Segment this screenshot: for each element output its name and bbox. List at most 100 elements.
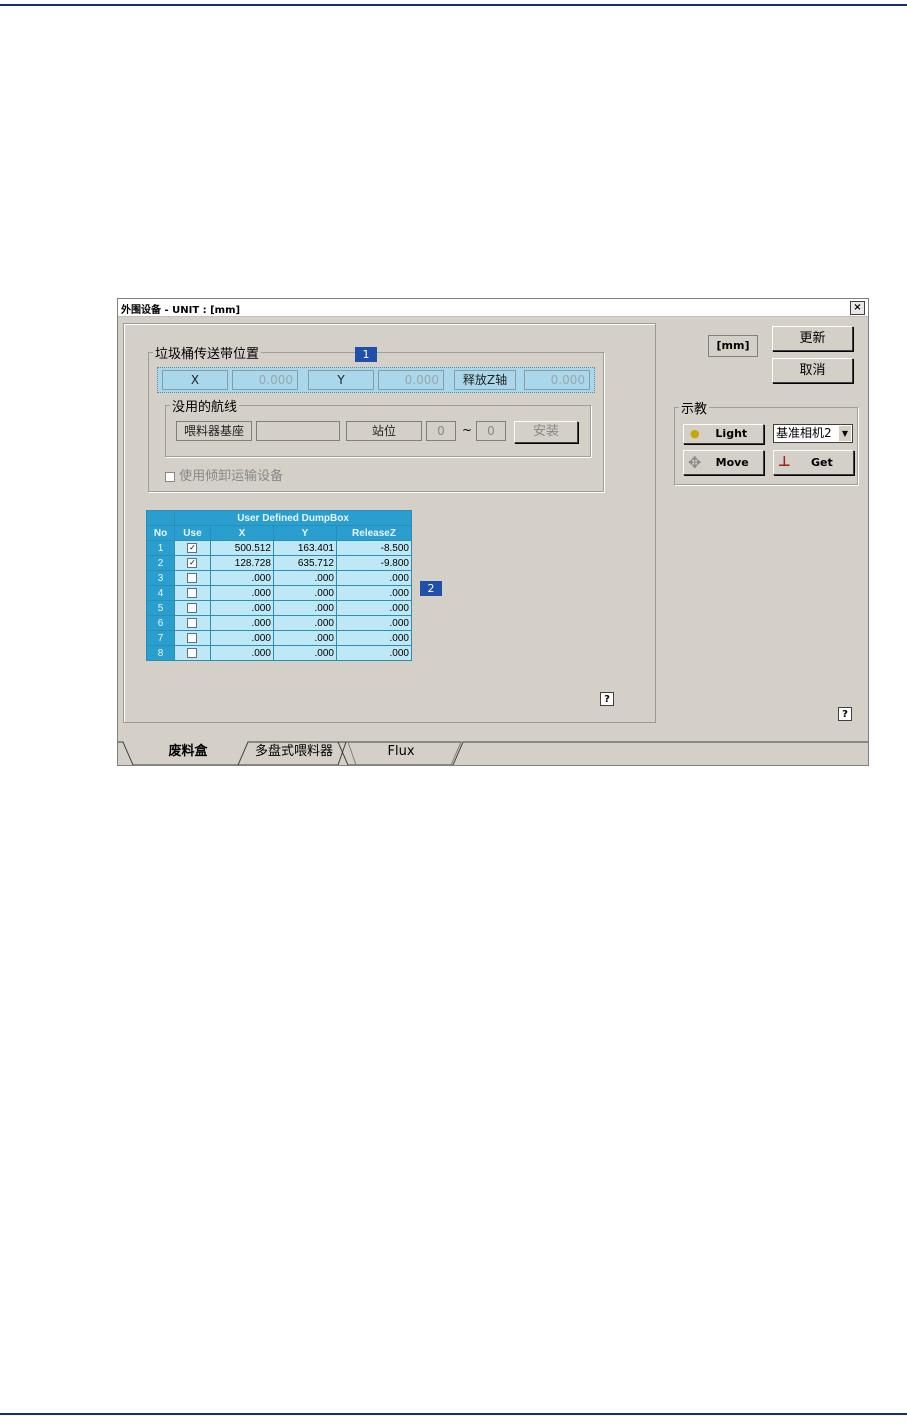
tab-flux[interactable]: Flux xyxy=(354,741,448,765)
row-number: 7 xyxy=(145,630,176,646)
station-range-separator: ~ xyxy=(462,423,473,437)
x-cell[interactable]: .000 xyxy=(209,600,274,616)
use-checkbox[interactable] xyxy=(187,647,198,658)
move-button[interactable]: ✥ Move xyxy=(683,450,764,475)
use-cell[interactable] xyxy=(174,585,211,601)
table-row[interactable]: 7.000.000.000 xyxy=(145,630,412,646)
row-number: 3 xyxy=(145,570,176,586)
install-button[interactable]: 安装 xyxy=(514,421,578,443)
y-cell[interactable]: .000 xyxy=(272,645,338,661)
light-button-label: Light xyxy=(715,427,748,440)
feeder-base-label: 喂料器基座 xyxy=(176,421,252,441)
light-button[interactable]: ● Light xyxy=(683,424,764,444)
station-to-field[interactable]: 0 xyxy=(476,421,506,441)
y-cell[interactable]: .000 xyxy=(272,585,338,601)
x-cell[interactable]: .000 xyxy=(209,630,274,646)
table-row[interactable]: 8.000.000.000 xyxy=(145,645,412,661)
belt-coordinates-row: X 0.000 Y 0.000 释放Z轴 0.000 xyxy=(157,367,595,393)
feeder-base-field[interactable] xyxy=(256,421,340,441)
x-cell[interactable]: .000 xyxy=(209,645,274,661)
table-row[interactable]: 3.000.000.000 xyxy=(145,570,412,586)
station-label: 站位 xyxy=(346,421,422,441)
help-icon[interactable]: ? xyxy=(600,692,614,706)
column-header: No xyxy=(145,525,176,541)
y-cell[interactable]: .000 xyxy=(272,600,338,616)
x-cell[interactable]: .000 xyxy=(209,615,274,631)
callout-marker-2: 2 xyxy=(420,581,442,596)
table-row[interactable]: 5.000.000.000 xyxy=(145,600,412,616)
use-checkbox[interactable]: ✓ xyxy=(187,557,198,568)
move-arrows-icon: ✥ xyxy=(688,453,702,472)
tab-waste-box[interactable]: 废料盒 xyxy=(138,741,238,765)
close-button[interactable]: × xyxy=(850,301,865,315)
release-z-cell[interactable]: .000 xyxy=(336,570,412,586)
release-z-cell[interactable]: .000 xyxy=(336,585,412,601)
belt-position-label: 垃圾桶传送带位置 xyxy=(153,343,262,362)
dumpbox-corner-cell xyxy=(145,510,176,526)
y-cell[interactable]: 163.401 xyxy=(272,540,338,556)
column-header: X xyxy=(209,525,274,541)
cancel-button[interactable]: 取消 xyxy=(772,358,853,383)
use-checkbox[interactable] xyxy=(187,572,198,583)
use-cell[interactable]: ✓ xyxy=(174,555,211,571)
tab-tray-feeder[interactable]: 多盘式喂料器 xyxy=(240,741,348,765)
row-number: 5 xyxy=(145,600,176,616)
use-cell[interactable] xyxy=(174,630,211,646)
x-value-field[interactable]: 0.000 xyxy=(232,370,298,390)
x-cell[interactable]: 128.728 xyxy=(209,555,274,571)
release-z-cell[interactable]: .000 xyxy=(336,615,412,631)
table-row[interactable]: 4.000.000.000 xyxy=(145,585,412,601)
y-cell[interactable]: 635.712 xyxy=(272,555,338,571)
tab-strip: 废料盒 多盘式喂料器 Flux xyxy=(118,741,868,765)
release-z-value-field[interactable]: 0.000 xyxy=(524,370,590,390)
light-bulb-icon: ● xyxy=(690,427,700,440)
use-cell[interactable] xyxy=(174,645,211,661)
dumpbox-header-row: No Use X Y ReleaseZ xyxy=(145,525,412,541)
release-z-cell[interactable]: .000 xyxy=(336,630,412,646)
y-value-field[interactable]: 0.000 xyxy=(378,370,444,390)
table-row[interactable]: 2 ✓ 128.728 635.712 -9.800 xyxy=(145,555,412,571)
column-header: ReleaseZ xyxy=(336,525,412,541)
row-number: 8 xyxy=(145,645,176,661)
use-checkbox[interactable]: ✓ xyxy=(187,542,198,553)
main-panel: 垃圾桶传送带位置 1 X 0.000 Y 0.000 释放Z轴 0.000 没用… xyxy=(123,323,656,723)
x-label: X xyxy=(162,370,228,390)
chevron-down-icon[interactable]: ▼ xyxy=(839,426,851,441)
x-cell[interactable]: .000 xyxy=(209,570,274,586)
release-z-cell[interactable]: -9.800 xyxy=(336,555,412,571)
table-row[interactable]: 1 ✓ 500.512 163.401 -8.500 xyxy=(145,540,412,556)
unused-route-group: 没用的航线 喂料器基座 站位 0 ~ 0 安装 xyxy=(165,396,591,457)
release-z-cell[interactable]: .000 xyxy=(336,645,412,661)
top-rule xyxy=(0,4,907,6)
update-button[interactable]: 更新 xyxy=(772,326,853,351)
y-cell[interactable]: .000 xyxy=(272,615,338,631)
use-checkbox[interactable] xyxy=(187,617,198,628)
use-tilt-checkbox-row[interactable]: 使用倾卸运输设备 xyxy=(165,465,283,484)
camera-select[interactable]: 基准相机2 ▼ xyxy=(773,424,853,443)
dumpbox-title: User Defined DumpBox xyxy=(174,510,412,526)
x-cell[interactable]: .000 xyxy=(209,585,274,601)
use-checkbox[interactable] xyxy=(187,632,198,643)
table-row[interactable]: 6.000.000.000 xyxy=(145,615,412,631)
teach-group: 示教 ● Light 基准相机2 ▼ ✥ Move ⊥ Get xyxy=(674,398,858,485)
unit-indicator: [mm] xyxy=(708,335,758,357)
use-cell[interactable]: ✓ xyxy=(174,540,211,556)
peripheral-dialog: 外围设备 - UNIT : [mm] × 垃圾桶传送带位置 1 X 0.000 … xyxy=(117,298,869,766)
get-button[interactable]: ⊥ Get xyxy=(773,450,854,475)
use-cell[interactable] xyxy=(174,570,211,586)
column-header: Use xyxy=(174,525,211,541)
x-cell[interactable]: 500.512 xyxy=(209,540,274,556)
release-z-cell[interactable]: -8.500 xyxy=(336,540,412,556)
help-icon-right[interactable]: ? xyxy=(838,707,852,721)
use-checkbox[interactable] xyxy=(187,602,198,613)
use-cell[interactable] xyxy=(174,600,211,616)
y-cell[interactable]: .000 xyxy=(272,570,338,586)
y-cell[interactable]: .000 xyxy=(272,630,338,646)
dumpbox-title-row: User Defined DumpBox xyxy=(145,510,412,526)
station-from-field[interactable]: 0 xyxy=(426,421,456,441)
use-checkbox[interactable] xyxy=(187,587,198,598)
release-z-cell[interactable]: .000 xyxy=(336,600,412,616)
column-header: Y xyxy=(272,525,338,541)
use-tilt-checkbox[interactable] xyxy=(165,471,175,482)
use-cell[interactable] xyxy=(174,615,211,631)
